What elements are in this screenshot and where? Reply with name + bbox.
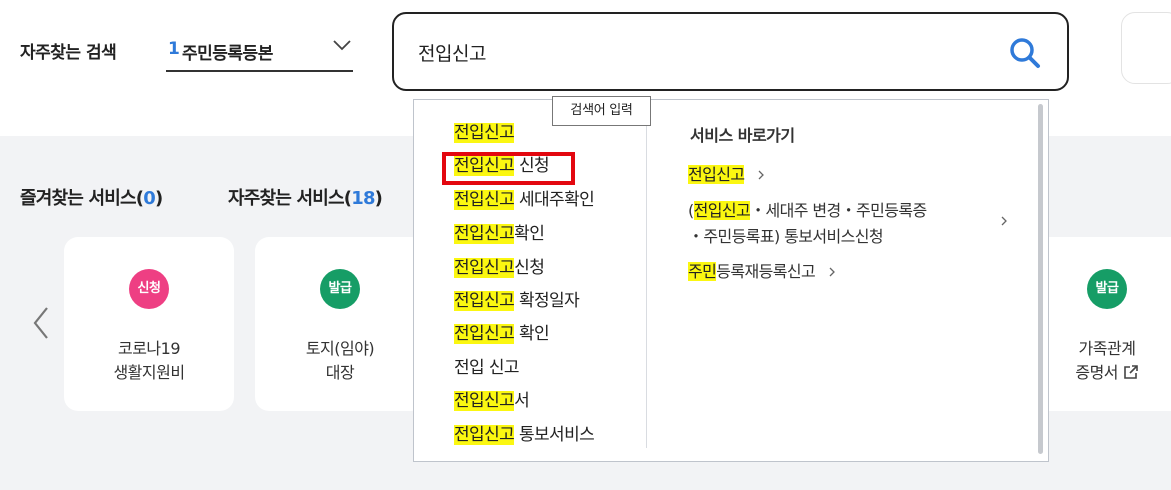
suggestion-rest: 통보서비스 bbox=[514, 425, 595, 445]
frequent-search-label: 자주찾는 검색 bbox=[20, 43, 117, 63]
search-input[interactable] bbox=[418, 36, 978, 68]
chevron-right-icon bbox=[758, 170, 764, 180]
service-shortcuts-title: 서비스 바로가기 bbox=[690, 126, 795, 145]
suggestion-rest: 신청 bbox=[514, 258, 545, 278]
suggestion-highlight: 전입신고 bbox=[454, 224, 515, 244]
suggestion-highlight: 전입신고 bbox=[454, 123, 515, 143]
suggestion-highlight: 전입신고 bbox=[454, 190, 515, 210]
suggestion-item[interactable]: 전입 신고 bbox=[454, 355, 520, 381]
shortcut-rest: 등록재등록신고 bbox=[716, 262, 816, 281]
freq-label: 자주찾는 서비스( bbox=[228, 188, 352, 209]
suggestion-rest: 확인 bbox=[514, 224, 545, 244]
favorite-services-heading[interactable]: 즐겨찾는 서비스(0) bbox=[20, 184, 163, 210]
frequent-services-heading[interactable]: 자주찾는 서비스(18) bbox=[228, 184, 383, 210]
suggestion-item[interactable]: 전입신고신청 bbox=[454, 255, 545, 281]
selection-highlight-box bbox=[442, 152, 575, 185]
status-badge: 발급 bbox=[1087, 269, 1127, 309]
card-title-line1: 토지(임야) bbox=[305, 339, 375, 358]
status-badge: 발급 bbox=[320, 269, 360, 309]
suggestion-highlight: 전입신고 bbox=[454, 391, 515, 411]
shortcut-paren: ( bbox=[688, 201, 694, 220]
chevron-right-icon bbox=[1001, 216, 1007, 226]
suggestion-item[interactable]: 전입신고확인 bbox=[454, 221, 545, 247]
suggestion-rest: 확정일자 bbox=[514, 291, 580, 311]
fav-label: 즐겨찾는 서비스( bbox=[20, 188, 144, 209]
selected-keyword: 주민등록등본 bbox=[182, 44, 273, 64]
autocomplete-dropdown: 전입신고 전입신고 신청 전입신고 세대주확인 전입신고확인 전입신고신청 전입… bbox=[413, 99, 1049, 462]
card-title-line1: 코로나19 bbox=[117, 339, 181, 358]
suggestion-item[interactable]: 전입신고서 bbox=[454, 388, 530, 414]
status-badge: 신청 bbox=[129, 269, 169, 309]
search-icon[interactable] bbox=[1008, 36, 1042, 70]
frequent-search-select[interactable]: 1 주민등록등본 bbox=[166, 32, 353, 72]
fav-close: ) bbox=[154, 188, 163, 209]
suggestion-highlight: 전입신고 bbox=[454, 425, 515, 445]
shortcut-highlight: 전입신고 bbox=[688, 165, 745, 184]
suggestion-highlight: 전입신고 bbox=[454, 324, 515, 344]
service-card-land[interactable]: 발급 토지(임야) 대장 bbox=[255, 237, 425, 411]
card-title-line2: 증명서 bbox=[1075, 363, 1119, 382]
card-title-line2: 생활지원비 bbox=[113, 363, 185, 382]
suggestion-rest: 서 bbox=[514, 391, 530, 411]
chevron-right-icon bbox=[829, 267, 835, 277]
suggestion-highlight: 전입신고 bbox=[454, 258, 515, 278]
search-box bbox=[392, 12, 1069, 91]
suggestion-item[interactable]: 전입신고 확정일자 bbox=[454, 288, 580, 314]
suggestion-rest: 확인 bbox=[514, 324, 550, 344]
shortcut-rest-line2: ・주민등록표) 통보서비스신청 bbox=[688, 227, 884, 246]
column-divider bbox=[646, 104, 647, 448]
card-title-line2: 대장 bbox=[325, 363, 355, 382]
shortcut-highlight: 전입신고 bbox=[693, 201, 751, 220]
card-title-line1: 가족관계 bbox=[1078, 339, 1136, 358]
fav-count: 0 bbox=[143, 188, 156, 209]
shortcut-link-1[interactable]: 전입신고 bbox=[688, 162, 765, 188]
chevron-down-icon bbox=[333, 40, 351, 51]
shortcut-link-2[interactable]: (전입신고・세대주 변경・주민등록증 ・주민등록표) 통보서비스신청 bbox=[688, 198, 927, 250]
freq-close: ) bbox=[374, 188, 383, 209]
dropdown-scrollbar[interactable] bbox=[1038, 104, 1043, 454]
suggestion-highlight: 전입신고 bbox=[454, 291, 515, 311]
suggestion-rest: 전입 신고 bbox=[454, 358, 520, 378]
chevron-left-icon[interactable] bbox=[30, 305, 52, 341]
suggestion-item[interactable]: 전입신고 세대주확인 bbox=[454, 187, 595, 213]
card-title: 코로나19 생활지원비 bbox=[64, 337, 234, 385]
suggestion-item[interactable]: 전입신고 bbox=[454, 120, 515, 146]
suggestion-rest: 세대주확인 bbox=[514, 190, 595, 210]
shortcut-rest-line1: ・세대주 변경・주민등록증 bbox=[750, 201, 927, 220]
selected-rank: 1 bbox=[168, 39, 180, 59]
search-tooltip: 검색어 입력 bbox=[552, 96, 651, 126]
service-card-corona[interactable]: 신청 코로나19 생활지원비 bbox=[64, 237, 234, 411]
shortcut-highlight: 주민 bbox=[688, 262, 717, 281]
suggestion-item[interactable]: 전입신고 확인 bbox=[454, 321, 550, 347]
suggestion-item[interactable]: 전입신고 통보서비스 bbox=[454, 422, 595, 448]
external-link-icon bbox=[1123, 365, 1138, 379]
freq-count: 18 bbox=[351, 188, 375, 209]
card-title: 토지(임야) 대장 bbox=[255, 337, 425, 385]
side-panel-card[interactable] bbox=[1121, 12, 1171, 84]
shortcut-link-3[interactable]: 주민등록재등록신고 bbox=[688, 259, 836, 285]
